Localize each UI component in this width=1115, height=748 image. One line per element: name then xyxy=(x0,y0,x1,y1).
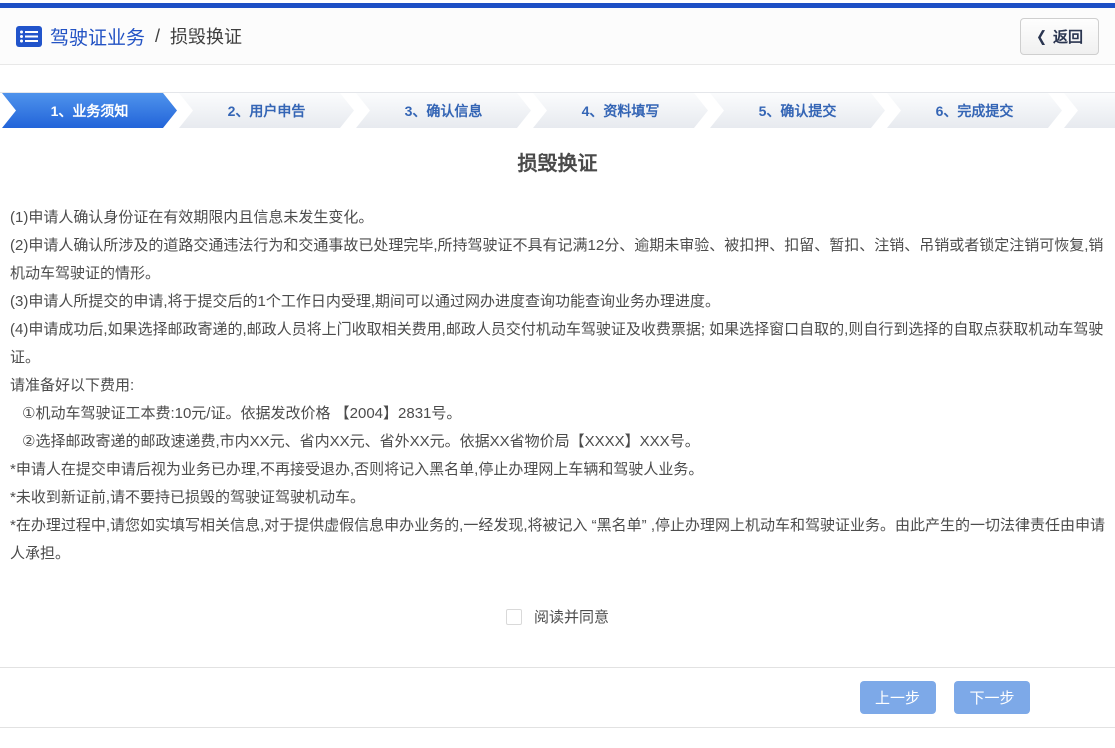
notice-paragraph: *未收到新证前,请不要持已损毁的驾驶证驾驶机动车。 xyxy=(10,484,1105,512)
page-header: 驾驶证业务 / 损毁换证 ❮ 返回 xyxy=(0,8,1115,65)
agree-checkbox[interactable] xyxy=(506,609,522,625)
notice-text: (1)申请人确认身份证在有效期限内且信息未发生变化。 (2)申请人确认所涉及的道… xyxy=(0,204,1115,568)
step-tab[interactable]: 3、确认信息 xyxy=(356,93,531,128)
next-step-button[interactable]: 下一步 xyxy=(954,681,1030,714)
notice-paragraph: ①机动车驾驶证工本费:10元/证。依据发改价格 【2004】2831号。 xyxy=(10,400,1105,428)
main-content: 损毁换证 (1)申请人确认身份证在有效期限内且信息未发生变化。 (2)申请人确认… xyxy=(0,150,1115,627)
notice-paragraph: *申请人在提交申请后视为业务已办理,不再接受退办,否则将记入黑名单,停止办理网上… xyxy=(10,456,1105,484)
step-tab[interactable]: 2、用户申告 xyxy=(179,93,354,128)
notice-paragraph: (3)申请人所提交的申请,将于提交后的1个工作日内受理,期间可以通过网办进度查询… xyxy=(10,288,1105,316)
step-tab[interactable]: 1、业务须知 xyxy=(2,93,177,128)
agree-row: 阅读并同意 xyxy=(0,606,1115,627)
step-tab-label: 6、完成提交 xyxy=(936,101,1014,121)
notice-paragraph: *在办理过程中,请您如实填写相关信息,对于提供虚假信息申办业务的,一经发现,将被… xyxy=(10,512,1105,568)
back-button[interactable]: ❮ 返回 xyxy=(1020,18,1099,55)
footer-actions: 上一步 下一步 xyxy=(0,667,1115,728)
step-tab-label: 1、业务须知 xyxy=(51,101,129,121)
notice-paragraph: (1)申请人确认身份证在有效期限内且信息未发生变化。 xyxy=(10,204,1105,232)
step-tab[interactable]: 4、资料填写 xyxy=(533,93,708,128)
breadcrumb-separator: / xyxy=(155,26,160,47)
notice-paragraph: 请准备好以下费用: xyxy=(10,372,1105,400)
step-tab[interactable]: 6、完成提交 xyxy=(887,93,1062,128)
breadcrumb: 驾驶证业务 / 损毁换证 xyxy=(16,23,242,50)
back-button-label: 返回 xyxy=(1053,26,1083,47)
breadcrumb-section: 驾驶证业务 xyxy=(50,23,145,50)
step-progress-bar: 1、业务须知 2、用户申告 3、确认信息 4、资料填写 5、确认提交 6、完成提… xyxy=(0,92,1115,128)
notice-paragraph: ②选择邮政寄递的邮政速递费,市内XX元、省内XX元、省外XX元。依据XX省物价局… xyxy=(10,428,1105,456)
notice-paragraph: (2)申请人确认所涉及的道路交通违法行为和交通事故已处理完毕,所持驾驶证不具有记… xyxy=(10,232,1105,288)
page-title: 损毁换证 xyxy=(0,150,1115,178)
chevron-left-icon: ❮ xyxy=(1036,29,1047,44)
step-tab-label: 3、确认信息 xyxy=(405,101,483,121)
step-tab[interactable]: 5、确认提交 xyxy=(710,93,885,128)
notice-paragraph: (4)申请成功后,如果选择邮政寄递的,邮政人员将上门收取相关费用,邮政人员交付机… xyxy=(10,316,1105,372)
previous-step-button[interactable]: 上一步 xyxy=(860,681,936,714)
step-tab-label: 4、资料填写 xyxy=(582,101,660,121)
step-tab-label: 2、用户申告 xyxy=(228,101,306,121)
agree-label: 阅读并同意 xyxy=(534,606,609,627)
step-tab-label: 5、确认提交 xyxy=(759,101,837,121)
breadcrumb-page: 损毁换证 xyxy=(170,23,242,49)
list-icon xyxy=(16,26,42,47)
